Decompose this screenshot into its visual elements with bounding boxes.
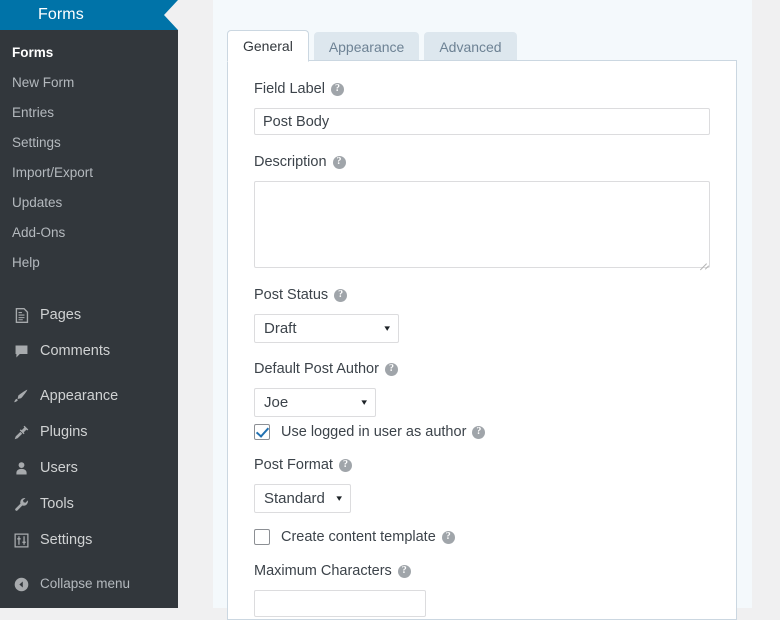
create-content-template-label: Create content template bbox=[281, 529, 436, 545]
gravity-forms-logo-icon bbox=[11, 5, 29, 25]
settings-sliders-icon bbox=[11, 530, 31, 550]
post-status-label-text: Post Status bbox=[254, 285, 328, 305]
post-status-select[interactable]: Draft ▾ bbox=[254, 314, 399, 343]
collapse-arrow-left-icon bbox=[11, 574, 31, 594]
submenu-item-forms[interactable]: Forms bbox=[0, 38, 178, 68]
help-question-icon[interactable]: ? bbox=[398, 565, 411, 578]
maximum-characters-label-text: Maximum Characters bbox=[254, 561, 392, 581]
maximum-characters-caption: Maximum Characters ? bbox=[254, 561, 710, 581]
sidebar-item-users[interactable]: Users bbox=[0, 450, 178, 486]
post-format-caption: Post Format ? bbox=[254, 455, 710, 475]
chevron-down-icon: ▾ bbox=[337, 494, 343, 503]
maximum-characters-group: Maximum Characters ? bbox=[228, 545, 736, 617]
chevron-down-icon: ▾ bbox=[385, 324, 391, 333]
post-format-value: Standard bbox=[264, 490, 325, 507]
create-content-template-group: Create content template ? bbox=[228, 513, 736, 545]
help-question-icon[interactable]: ? bbox=[472, 426, 485, 439]
help-question-icon[interactable]: ? bbox=[333, 156, 346, 169]
post-format-select[interactable]: Standard ▾ bbox=[254, 484, 351, 513]
pages-icon bbox=[11, 305, 31, 325]
default-post-author-value: Joe bbox=[264, 394, 288, 411]
create-content-template-row[interactable]: Create content template ? bbox=[254, 529, 710, 545]
description-group: Description ? bbox=[228, 135, 736, 268]
help-question-icon[interactable]: ? bbox=[334, 289, 347, 302]
sidebar-item-pages[interactable]: Pages bbox=[0, 297, 178, 333]
default-post-author-label-text: Default Post Author bbox=[254, 359, 379, 379]
brand-title: Forms bbox=[38, 6, 84, 24]
help-question-icon[interactable]: ? bbox=[339, 459, 352, 472]
general-settings-panel: Field Label ? Description ? Post Statu bbox=[227, 60, 737, 620]
use-logged-in-user-label: Use logged in user as author bbox=[281, 424, 466, 440]
sidebar-item-label: Tools bbox=[40, 493, 74, 515]
field-settings-panel-area: General Appearance Advanced Field Label … bbox=[213, 0, 752, 608]
submenu-item-new-form[interactable]: New Form bbox=[0, 68, 178, 98]
menu-divider-2 bbox=[0, 369, 178, 378]
help-question-icon[interactable]: ? bbox=[442, 531, 455, 544]
post-format-label-text: Post Format bbox=[254, 455, 333, 475]
field-label-group: Field Label ? bbox=[228, 61, 736, 135]
submenu-item-help[interactable]: Help bbox=[0, 248, 178, 278]
sidebar-item-label: Pages bbox=[40, 304, 81, 326]
chevron-down-icon: ▾ bbox=[362, 398, 368, 407]
comments-icon bbox=[11, 341, 31, 361]
tab-advanced[interactable]: Advanced bbox=[424, 32, 516, 61]
description-caption: Description ? bbox=[254, 152, 710, 172]
menu-divider bbox=[0, 288, 178, 297]
default-post-author-group: Default Post Author ? Joe ▾ Use logged i… bbox=[228, 343, 736, 440]
tab-appearance[interactable]: Appearance bbox=[314, 32, 420, 61]
sidebar-item-comments[interactable]: Comments bbox=[0, 333, 178, 369]
submenu-item-settings[interactable]: Settings bbox=[0, 128, 178, 158]
sidebar-item-appearance[interactable]: Appearance bbox=[0, 378, 178, 414]
sidebar-item-tools[interactable]: Tools bbox=[0, 486, 178, 522]
post-format-group: Post Format ? Standard ▾ bbox=[228, 440, 736, 513]
description-label-text: Description bbox=[254, 152, 327, 172]
default-post-author-caption: Default Post Author ? bbox=[254, 359, 710, 379]
help-question-icon[interactable]: ? bbox=[331, 83, 344, 96]
users-person-icon bbox=[11, 458, 31, 478]
collapse-menu-label: Collapse menu bbox=[40, 574, 130, 594]
submenu-item-import-export[interactable]: Import/Export bbox=[0, 158, 178, 188]
field-settings-tabs: General Appearance Advanced bbox=[227, 29, 522, 61]
tab-general[interactable]: General bbox=[227, 30, 309, 62]
field-label-caption: Field Label ? bbox=[254, 79, 710, 99]
sidebar-item-label: Settings bbox=[40, 529, 92, 551]
submenu-item-add-ons[interactable]: Add-Ons bbox=[0, 218, 178, 248]
sidebar-item-label: Appearance bbox=[40, 385, 118, 407]
forms-brand-header[interactable]: Forms bbox=[0, 0, 178, 30]
create-content-template-checkbox[interactable] bbox=[254, 529, 270, 545]
collapse-menu-button[interactable]: Collapse menu bbox=[0, 567, 178, 601]
admin-sidebar: Forms Forms New Form Entries Settings Im… bbox=[0, 0, 178, 608]
maximum-characters-input[interactable] bbox=[254, 590, 426, 617]
use-logged-in-user-row[interactable]: Use logged in user as author ? bbox=[254, 424, 710, 440]
post-status-caption: Post Status ? bbox=[254, 285, 710, 305]
sidebar-item-plugins[interactable]: Plugins bbox=[0, 414, 178, 450]
submenu-item-entries[interactable]: Entries bbox=[0, 98, 178, 128]
appearance-brush-icon bbox=[11, 386, 31, 406]
field-label-input[interactable] bbox=[254, 108, 710, 135]
plugins-plug-icon bbox=[11, 422, 31, 442]
post-status-group: Post Status ? Draft ▾ bbox=[228, 268, 736, 343]
submenu-item-updates[interactable]: Updates bbox=[0, 188, 178, 218]
sidebar-item-label: Users bbox=[40, 457, 78, 479]
field-label-text: Field Label bbox=[254, 79, 325, 99]
sidebar-item-settings[interactable]: Settings bbox=[0, 522, 178, 558]
main-menu-group-content: Pages Comments bbox=[0, 297, 178, 369]
menu-pointer-notch bbox=[164, 0, 178, 30]
tools-wrench-icon bbox=[11, 494, 31, 514]
post-status-value: Draft bbox=[264, 320, 297, 337]
menu-divider-3 bbox=[0, 558, 178, 567]
default-post-author-select[interactable]: Joe ▾ bbox=[254, 388, 376, 417]
main-menu-group-system: Appearance Plugins Users bbox=[0, 378, 178, 558]
description-textarea[interactable] bbox=[254, 181, 710, 268]
sidebar-item-label: Comments bbox=[40, 340, 110, 362]
help-question-icon[interactable]: ? bbox=[385, 363, 398, 376]
use-logged-in-user-checkbox[interactable] bbox=[254, 424, 270, 440]
forms-submenu: Forms New Form Entries Settings Import/E… bbox=[0, 30, 178, 288]
sidebar-item-label: Plugins bbox=[40, 421, 88, 443]
